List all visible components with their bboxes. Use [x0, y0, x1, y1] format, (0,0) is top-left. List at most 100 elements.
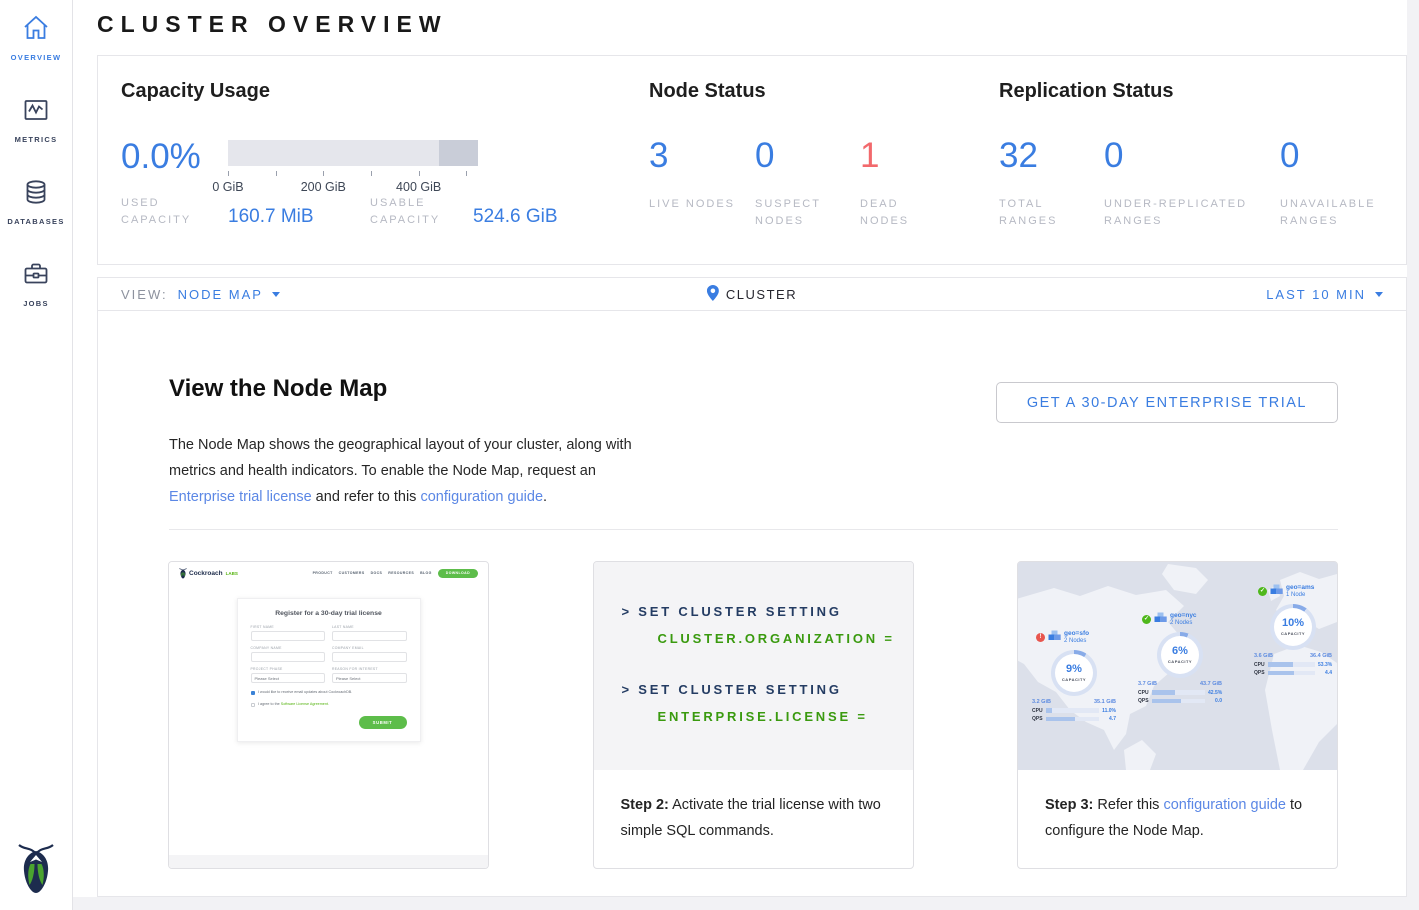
capacity-usage-title: Capacity Usage	[121, 80, 270, 103]
step3-caption: Step 3: Refer this configuration guide t…	[1018, 770, 1337, 844]
axis-tick	[419, 171, 420, 176]
page-title: CLUSTER OVERVIEW	[97, 11, 448, 38]
mini-select: Please Select	[251, 673, 326, 683]
node-map-panel: VIEW: NODE MAP CLUSTER LAST 10 MIN View …	[97, 277, 1407, 897]
total-ranges-stat: 32 TOTAL RANGES	[999, 136, 1089, 230]
under-replicated-label: UNDER-REPLICATED RANGES	[1104, 196, 1274, 230]
sidebar-item-jobs[interactable]: JOBS	[21, 259, 51, 308]
axis-tick	[323, 171, 324, 176]
mini-nav-item: DOCS	[371, 571, 383, 575]
chevron-down-icon	[1375, 292, 1383, 297]
view-dropdown[interactable]: NODE MAP	[178, 287, 280, 302]
breadcrumb-cluster: CLUSTER	[726, 287, 797, 302]
dead-nodes-label: DEAD NODES	[860, 196, 940, 230]
steps-row: CockroachLABS PRODUCT CUSTOMERS DOCS RES…	[168, 561, 1338, 869]
capacity-donut: 10%CAPACITY	[1270, 604, 1316, 650]
mini-checkbox-checked	[251, 691, 256, 696]
mini-input	[251, 652, 326, 662]
live-nodes-label: LIVE NODES	[649, 196, 739, 213]
under-replicated-ranges-stat: 0 UNDER-REPLICATED RANGES	[1104, 136, 1274, 230]
sidebar-item-overview[interactable]: OVERVIEW	[11, 13, 62, 62]
mini-checkbox-row: I would like to receive email updates ab…	[251, 690, 407, 695]
capacity-used-percent: 0.0%	[121, 138, 201, 176]
configuration-guide-link[interactable]: configuration guide	[1163, 797, 1286, 813]
node-dead-badge-icon: !	[1036, 633, 1045, 642]
get-enterprise-trial-button[interactable]: GET A 30-DAY ENTERPRISE TRIAL	[996, 382, 1338, 423]
configuration-guide-link[interactable]: configuration guide	[420, 489, 543, 505]
step3-card: ! geo=sfo2 Nodes 9%CAPACITY 3.2 GiB35.1 …	[1017, 561, 1338, 869]
unavailable-ranges-stat: 0 UNAVAILABLE RANGES	[1280, 136, 1390, 230]
database-icon	[21, 177, 51, 212]
capacity-usage-bar: 0 GiB 200 GiB 400 GiB	[228, 140, 478, 166]
replication-status-title: Replication Status	[999, 80, 1173, 103]
node-cubes-icon	[1154, 610, 1167, 628]
sidebar-item-label: JOBS	[23, 299, 49, 308]
step1-caption: Step 1: Get a trial license delivered st…	[169, 868, 488, 869]
location-pin-icon	[707, 285, 719, 304]
view-bar: VIEW: NODE MAP CLUSTER LAST 10 MIN	[98, 278, 1406, 311]
live-nodes-stat: 3 LIVE NODES	[649, 136, 739, 213]
cluster-summary-panel: Capacity Usage 0.0% 0 GiB 200 GiB 400 Gi…	[97, 55, 1407, 265]
breadcrumb: CLUSTER	[707, 285, 797, 304]
section-title: View the Node Map	[169, 375, 387, 403]
node-map-preview: ! geo=sfo2 Nodes 9%CAPACITY 3.2 GiB35.1 …	[1018, 562, 1337, 770]
sidebar-item-metrics[interactable]: METRICS	[15, 95, 58, 144]
node-healthy-badge-icon: ✓	[1142, 615, 1151, 624]
suspect-nodes-value: 0	[755, 136, 847, 176]
sidebar-item-label: DATABASES	[7, 217, 64, 226]
chevron-down-icon	[272, 292, 280, 297]
mini-submit-button: SUBMIT	[359, 716, 407, 729]
unavailable-ranges-label: UNAVAILABLE RANGES	[1280, 196, 1390, 230]
total-ranges-label: TOTAL RANGES	[999, 196, 1089, 230]
capacity-bar-track	[228, 140, 478, 166]
node-healthy-badge-icon: ✓	[1258, 587, 1267, 596]
mini-nav-item: BLOG	[420, 571, 432, 575]
briefcase-icon	[21, 259, 51, 294]
total-ranges-value: 32	[999, 136, 1089, 176]
node-locality-ams: ✓ geo=ams1 Node 10%CAPACITY 3.6 GiB36.4 …	[1252, 582, 1334, 676]
metrics-icon	[21, 95, 51, 130]
view-selector[interactable]: VIEW: NODE MAP	[121, 287, 280, 302]
mini-checkbox	[251, 703, 256, 708]
suspect-nodes-label: SUSPECT NODES	[755, 196, 847, 230]
under-replicated-value: 0	[1104, 136, 1274, 176]
code-block: > SET CLUSTER SETTING ENTERPRISE.LICENSE…	[594, 646, 913, 724]
used-capacity-label: USED CAPACITY	[121, 195, 228, 229]
node-map-body: View the Node Map The Node Map shows the…	[98, 311, 1406, 896]
live-nodes-value: 3	[649, 136, 739, 176]
node-locality-sfo: ! geo=sfo2 Nodes 9%CAPACITY 3.2 GiB35.1 …	[1030, 628, 1118, 722]
node-cubes-icon	[1048, 628, 1061, 646]
mini-site-header: CockroachLABS PRODUCT CUSTOMERS DOCS RES…	[169, 562, 488, 584]
mini-select: Please Select	[332, 673, 407, 683]
node-locality-nyc: ✓ geo=nyc2 Nodes 6%CAPACITY 3.7 GiB43.7 …	[1136, 610, 1224, 704]
unavailable-ranges-value: 0	[1280, 136, 1390, 176]
axis-tick-label: 400 GiB	[396, 180, 441, 194]
axis-tick	[466, 171, 467, 176]
usable-capacity-label: USABLE CAPACITY	[370, 195, 473, 229]
code-block: > SET CLUSTER SETTING CLUSTER.ORGANIZATI…	[594, 562, 913, 646]
time-range-dropdown[interactable]: LAST 10 MIN	[1266, 287, 1383, 302]
axis-tick	[371, 171, 372, 176]
capacity-bar-segment	[439, 140, 478, 166]
used-capacity-value: 160.7 MiB	[228, 206, 370, 229]
mini-site-nav: PRODUCT CUSTOMERS DOCS RESOURCES BLOG DO…	[313, 569, 478, 578]
mini-checkbox-row: I agree to the Software License Agreemen…	[251, 702, 407, 707]
axis-tick-label: 200 GiB	[301, 180, 346, 194]
mini-download-button: DOWNLOAD	[438, 569, 478, 578]
divider	[169, 529, 1338, 530]
main-content: CLUSTER OVERVIEW Capacity Usage 0.0% 0 G…	[73, 0, 1407, 897]
step1-card: CockroachLABS PRODUCT CUSTOMERS DOCS RES…	[168, 561, 489, 869]
cockroach-labs-logo-icon	[17, 843, 55, 900]
capacity-donut: 9%CAPACITY	[1051, 650, 1097, 696]
enterprise-trial-license-link[interactable]: Enterprise trial license	[169, 489, 312, 505]
usable-capacity-value: 524.6 GiB	[473, 206, 558, 229]
dead-nodes-value: 1	[860, 136, 940, 176]
mini-input	[332, 652, 407, 662]
mini-nav-item: PRODUCT	[313, 571, 333, 575]
mini-input	[332, 631, 407, 641]
mini-nav-item: CUSTOMERS	[339, 571, 365, 575]
sidebar-item-databases[interactable]: DATABASES	[7, 177, 64, 226]
section-description: The Node Map shows the geographical layo…	[169, 432, 647, 510]
mini-input	[251, 631, 326, 641]
dead-nodes-stat: 1 DEAD NODES	[860, 136, 940, 230]
